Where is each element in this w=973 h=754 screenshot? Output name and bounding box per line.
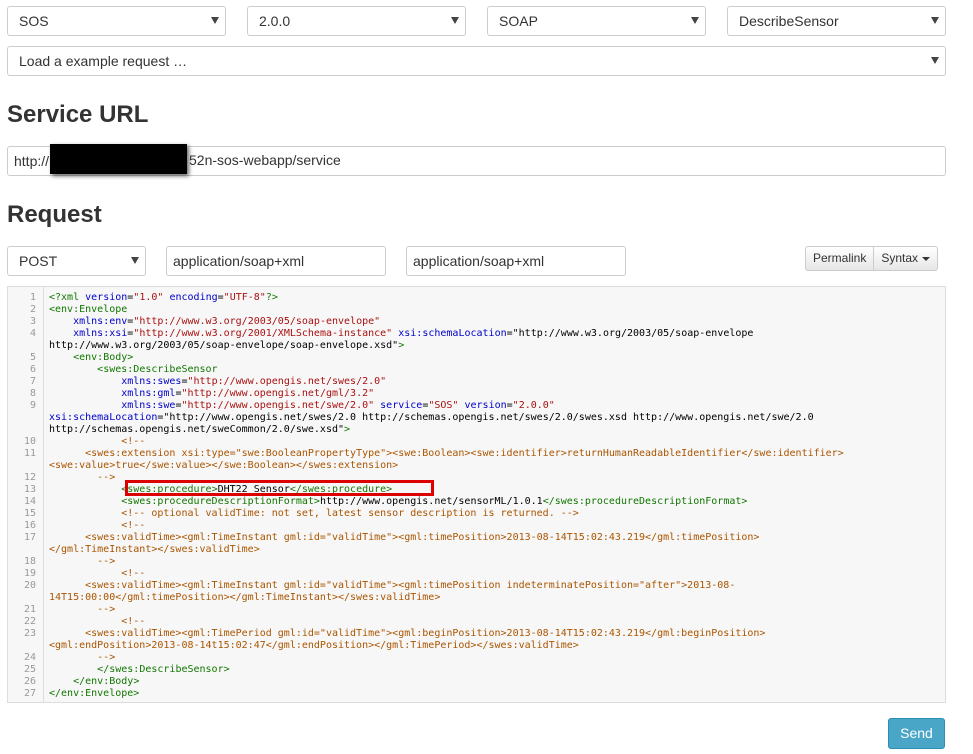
line-number: 7 [29,376,36,387]
binding-select-value: SOAP [499,13,538,29]
chevron-down-icon [131,257,139,264]
chevron-down-icon [931,17,939,24]
line-number: 23 [23,628,36,639]
service-select[interactable]: SOS [7,6,226,36]
line-number: 4 [29,328,36,339]
code-line: xmlns:gml="http://www.opengis.net/gml/3.… [121,388,375,399]
code-line: <!-- optional validTime: not set, latest… [49,508,579,519]
line-number: 16 [23,520,36,531]
code-line: <!-- [49,616,146,627]
code-line: http://www.w3.org/2003/05/soap-envelope/… [49,340,405,351]
code-line: <!-- [49,520,146,531]
version-select[interactable]: 2.0.0 [247,6,466,36]
code-line: </swes:DescribeSensor> [97,664,230,675]
highlight-annotation [125,480,434,496]
caret-down-icon [922,256,931,261]
line-number: 25 [23,664,36,675]
line-number: 27 [23,688,36,699]
code-line: xmlns:swe="http://www.opengis.net/swe/2.… [121,400,555,411]
operation-select[interactable]: DescribeSensor [727,6,946,36]
code-line: <gml:endPosition>2013-08-14t15:02:47</gm… [49,640,579,651]
line-number: 3 [29,316,36,327]
example-request-select[interactable]: Load a example request … [7,46,946,76]
line-number: 2 [29,304,36,315]
accept-input[interactable]: application/soap+xml [406,246,626,276]
http-method-select[interactable]: POST [7,246,146,276]
line-number: 22 [23,616,36,627]
code-line: <env:Body> [73,352,134,363]
chevron-down-icon [691,17,699,24]
code-line: </env:Body> [73,676,140,687]
code-line: http://schemas.opengis.net/sweCommon/2.0… [49,424,351,435]
line-number: 10 [23,436,36,447]
line-number: 14 [23,496,36,507]
binding-select[interactable]: SOAP [487,6,706,36]
code-line: <swes:validTime><gml:TimePeriod gml:id="… [49,628,766,639]
permalink-button[interactable]: Permalink [805,246,875,271]
syntax-dropdown-button[interactable]: Syntax [874,246,939,271]
code-line: --> [49,604,116,615]
chevron-down-icon [211,17,219,24]
code-line: <!-- [49,436,146,447]
code-line: <swes:validTime><gml:TimeInstant gml:id=… [49,532,760,543]
code-line: <swe:value>true</swe:value></swe:Boolean… [49,460,399,471]
line-number: 17 [23,532,36,543]
content-type-input[interactable]: application/soap+xml [166,246,386,276]
code-line: </env:Envelope> [49,688,140,699]
example-request-select-value: Load a example request … [19,53,188,69]
accept-value: application/soap+xml [413,253,545,269]
line-number: 18 [23,556,36,567]
code-line: 14T15:00:00</gml:timePosition></gml:Time… [49,592,441,603]
line-number: 8 [29,388,36,399]
code-line: xsi:schemaLocation="http://www.opengis.n… [49,412,814,423]
service-url-prefix: http:// [14,153,50,169]
code-line: <swes:DescribeSensor [97,364,218,375]
line-number: 19 [23,568,36,579]
line-number: 20 [23,580,36,591]
chevron-down-icon [931,57,939,64]
line-number-gutter: 1 2 3 4 5 6 7 8 9 10 11 12 13 14 15 16 17 18 19 20 21 22 23 24 2… [8,287,44,702]
content-type-value: application/soap+xml [173,253,305,269]
version-select-value: 2.0.0 [259,13,291,29]
code-line: <swes:extension xsi:type="swe:BooleanPro… [49,448,844,459]
code-line: --> [49,472,116,483]
chevron-down-icon [451,17,459,24]
code-line: <swes:validTime><gml:TimeInstant gml:id=… [49,580,736,591]
operation-select-value: DescribeSensor [739,13,839,29]
line-number: 11 [23,448,36,459]
code-line: xmlns:env="http://www.w3.org/2003/05/soa… [73,316,381,327]
send-label: Send [900,725,933,741]
send-button[interactable]: Send [888,718,945,749]
line-number: 26 [23,676,36,687]
line-number: 13 [23,484,36,495]
line-number: 15 [23,508,36,519]
code-line: xmlns:xsi="http://www.w3.org/2001/XMLSch… [73,328,754,339]
code-line: --> [49,556,116,567]
code-line: <swes:procedureDescriptionFormat>http://… [121,496,748,507]
request-heading: Request [7,201,102,228]
code-line: --> [49,652,116,663]
code-line: </gml:TimeInstant></swes:validTime> [49,544,260,555]
redaction-block [50,144,187,174]
code-line: <env:Envelope [49,304,128,315]
service-url-heading: Service URL [7,101,149,128]
permalink-label: Permalink [813,251,867,265]
code-line: <!-- [49,568,146,579]
line-number: 9 [29,400,36,411]
service-select-value: SOS [19,13,49,29]
code-line: <?xml version="1.0" encoding="UTF-8"?> [49,292,278,303]
code-line: xmlns:swes="http://www.opengis.net/swes/… [121,376,387,387]
syntax-label: Syntax [881,251,919,265]
line-number: 5 [29,352,36,363]
line-number: 24 [23,652,36,663]
editor-toolbar: Permalink Syntax [805,246,939,271]
line-number: 12 [23,472,36,483]
http-method-value: POST [19,253,58,269]
line-number: 1 [29,292,36,303]
line-number: 21 [23,604,36,615]
line-number: 6 [29,364,36,375]
service-url-path: 52n-sos-webapp/service [189,152,341,168]
